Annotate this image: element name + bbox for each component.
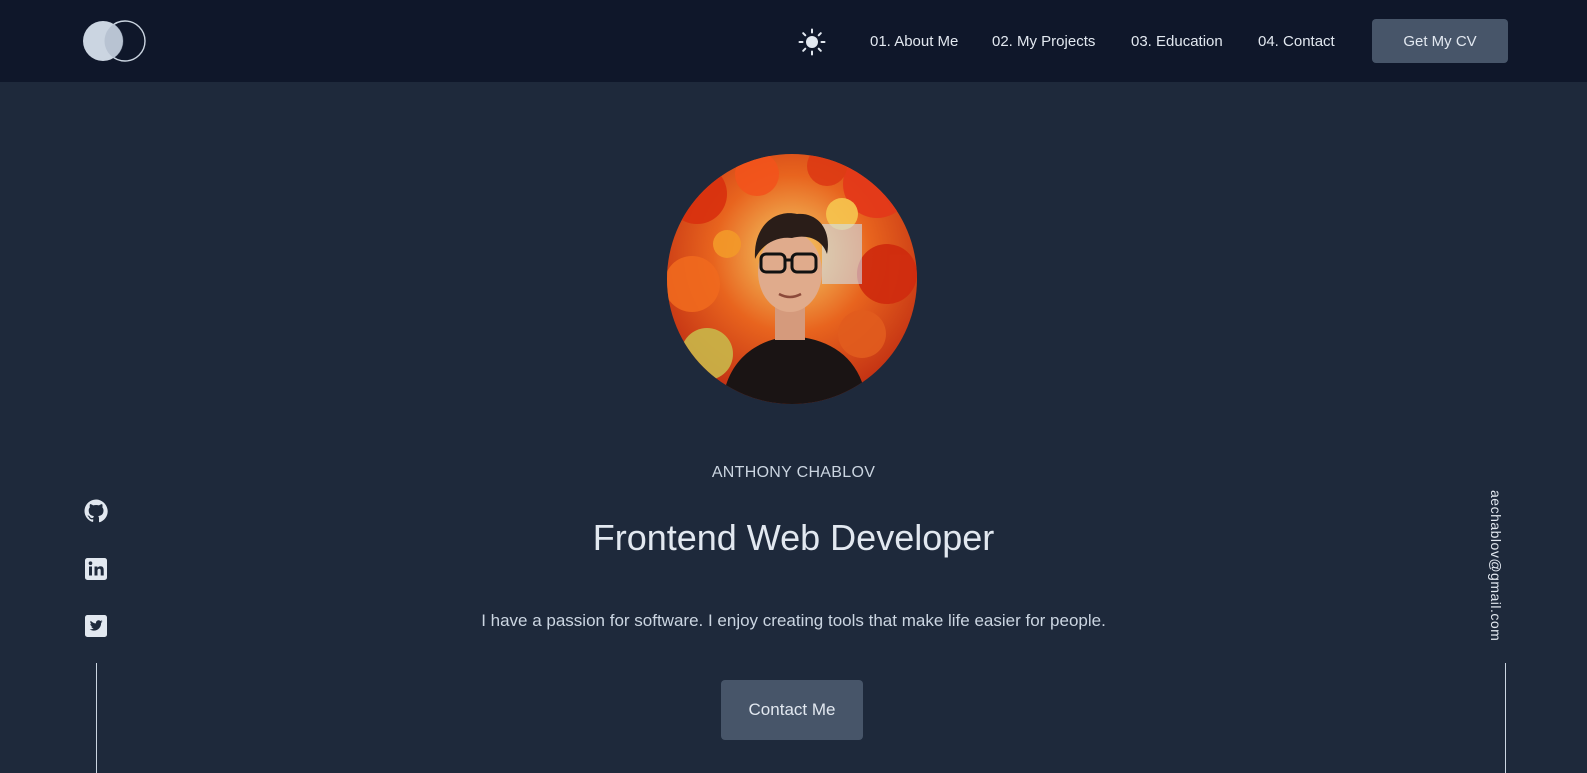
nav-link-projects[interactable]: 02. My Projects	[992, 32, 1095, 52]
profile-photo	[667, 154, 917, 404]
navbar: 01. About Me 02. My Projects 03. Educati…	[0, 0, 1587, 82]
twitter-icon[interactable]	[84, 614, 108, 638]
get-cv-button[interactable]: Get My CV	[1372, 19, 1508, 63]
logo[interactable]	[83, 19, 147, 63]
hero-name: ANTHONY CHABLOV	[711, 464, 876, 481]
contact-me-button[interactable]: Contact Me	[721, 680, 863, 740]
nav-link-education[interactable]: 03. Education	[1131, 32, 1223, 52]
right-divider-line	[1505, 663, 1506, 773]
github-icon[interactable]	[84, 499, 108, 523]
nav-link-about[interactable]: 01. About Me	[870, 32, 958, 52]
hero-title: Frontend Web Developer	[592, 517, 995, 558]
hero-description: I have a passion for software. I enjoy c…	[481, 611, 1106, 630]
theme-toggle-button[interactable]	[797, 27, 827, 57]
avatar	[667, 154, 917, 404]
nav-link-contact[interactable]: 04. Contact	[1258, 32, 1335, 52]
linkedin-icon[interactable]	[84, 557, 108, 581]
email-link[interactable]: aechablov@gmail.com	[1484, 490, 1504, 641]
sun-icon	[798, 28, 826, 56]
left-divider-line	[96, 663, 97, 773]
